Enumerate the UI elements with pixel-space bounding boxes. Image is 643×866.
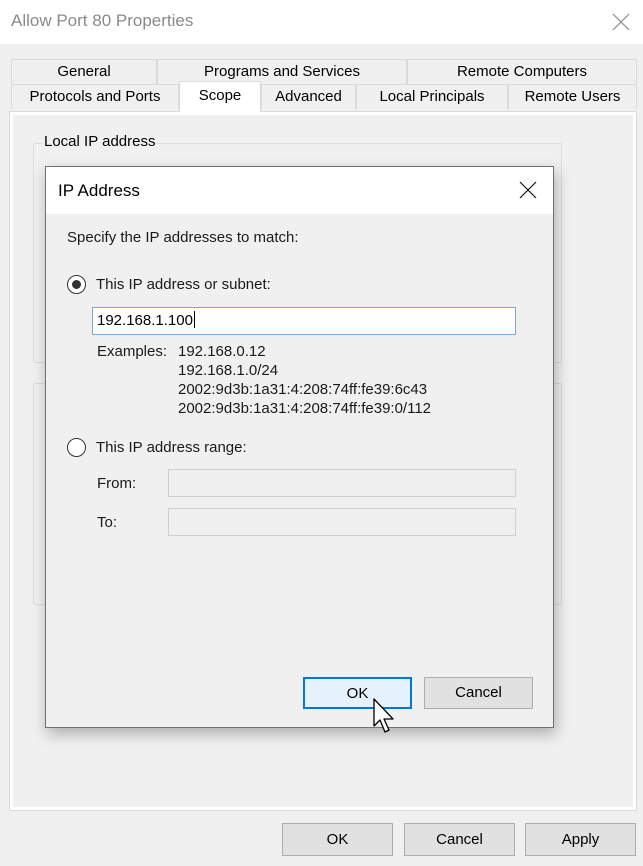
tab-scope[interactable]: Scope <box>179 81 261 112</box>
tab-label: Programs and Services <box>204 63 360 80</box>
tab-label: Remote Computers <box>456 63 588 80</box>
tab-advanced[interactable]: Advanced <box>261 84 356 109</box>
tab-local-principals[interactable]: Local Principals <box>356 84 508 109</box>
single-ip-label: This IP address or subnet: <box>96 276 271 293</box>
tab-label: Scope <box>198 87 242 104</box>
radio-single-ip[interactable] <box>67 275 86 294</box>
tab-protocols-and-ports[interactable]: Protocols and Ports <box>11 84 179 109</box>
range-from-input[interactable] <box>168 469 516 497</box>
ip-range-label: This IP address range: <box>96 439 247 456</box>
dialog-titlebar: IP Address <box>46 167 553 214</box>
apply-button[interactable]: Apply <box>525 823 636 856</box>
instruction-text: Specify the IP addresses to match: <box>67 229 299 246</box>
tab-label: Remote Users <box>524 88 621 105</box>
window-title: Allow Port 80 Properties <box>11 11 194 30</box>
to-label: To: <box>97 514 118 531</box>
ok-button[interactable]: OK <box>282 823 393 856</box>
local-ip-group-label: Local IP address <box>42 133 158 150</box>
close-icon <box>519 181 537 199</box>
window-titlebar: Allow Port 80 Properties <box>0 0 643 44</box>
tab-label: Advanced <box>275 88 342 105</box>
tab-label: Protocols and Ports <box>29 88 161 105</box>
dialog-ok-button[interactable]: OK <box>303 677 412 709</box>
from-label: From: <box>97 475 137 492</box>
ip-address-input[interactable]: 192.168.1.100 <box>92 307 516 335</box>
example-item: 2002:9d3b:1a31:4:208:74ff:fe39:6c43 <box>178 381 428 398</box>
text-caret <box>193 311 195 328</box>
dialog-close-button[interactable] <box>517 179 539 201</box>
examples-label: Examples: <box>97 343 168 360</box>
example-item: 2002:9d3b:1a31:4:208:74ff:fe39:0/112 <box>178 400 432 417</box>
tab-remote-computers[interactable]: Remote Computers <box>407 59 637 84</box>
tab-label: General <box>57 63 111 80</box>
ip-address-dialog: IP Address Specify the IP addresses to m… <box>45 166 554 728</box>
dialog-title: IP Address <box>58 181 140 200</box>
window-close-button[interactable] <box>606 8 636 36</box>
cancel-button[interactable]: Cancel <box>404 823 515 856</box>
range-to-input[interactable] <box>168 508 516 536</box>
radio-ip-range[interactable] <box>67 438 86 457</box>
dialog-cancel-button[interactable]: Cancel <box>424 677 533 709</box>
tab-label: Local Principals <box>379 88 485 105</box>
close-icon <box>612 13 630 31</box>
example-item: 192.168.0.12 <box>178 343 266 360</box>
tab-remote-users[interactable]: Remote Users <box>508 84 637 109</box>
example-item: 192.168.1.0/24 <box>178 362 279 379</box>
ip-address-value: 192.168.1.100 <box>97 312 193 329</box>
tab-general[interactable]: General <box>11 59 157 84</box>
